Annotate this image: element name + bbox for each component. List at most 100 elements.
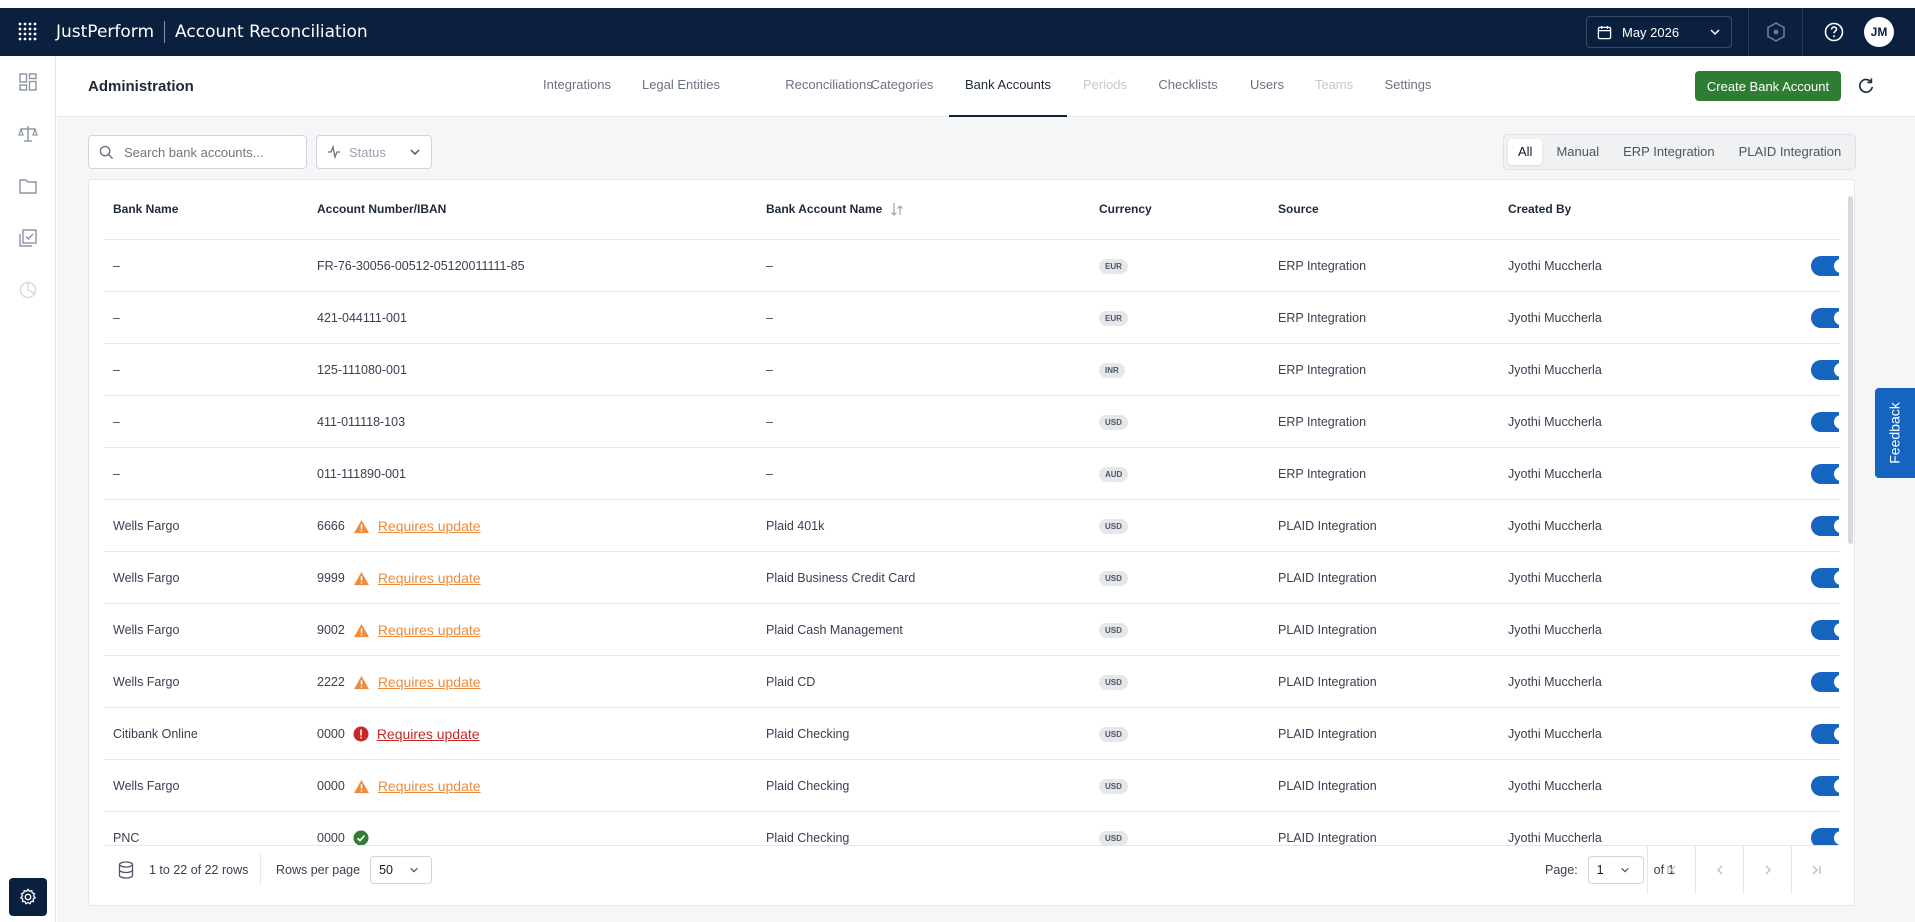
column-header-currency[interactable]: Currency <box>1099 202 1152 216</box>
requires-update-link[interactable]: Requires update <box>378 674 481 690</box>
tab-users[interactable]: Users <box>1234 56 1300 117</box>
requires-update-link[interactable]: Requires update <box>377 726 480 742</box>
active-toggle[interactable] <box>1811 776 1839 796</box>
table-header: Bank Name Account Number/IBAN Bank Accou… <box>105 180 1839 240</box>
rows-per-page-select[interactable]: 50 <box>370 856 433 884</box>
active-toggle[interactable] <box>1811 516 1839 536</box>
table-row[interactable]: Wells Fargo 9999 Requires update Plaid Busi… <box>105 552 1839 604</box>
column-header-account-number[interactable]: Account Number/IBAN <box>317 202 446 216</box>
active-toggle[interactable] <box>1811 620 1839 640</box>
previous-page-button[interactable] <box>1695 846 1743 894</box>
cell-created-by: Jyothi Muccherla <box>1508 448 1602 500</box>
cell-bank-name: – <box>113 448 120 500</box>
tab-bank-accounts[interactable]: Bank Accounts <box>949 56 1067 117</box>
table-row[interactable]: Wells Fargo 6666 Requires update Plaid 401k… <box>105 500 1839 552</box>
dashboard-icon[interactable] <box>16 70 40 94</box>
page-select[interactable]: 1 <box>1587 856 1644 884</box>
cell-source-text: ERP Integration <box>1278 467 1367 481</box>
sort-icon[interactable] <box>890 202 904 216</box>
active-toggle[interactable] <box>1811 568 1839 588</box>
cell-source: ERP Integration <box>1278 396 1366 448</box>
requires-update-link[interactable]: Requires update <box>378 518 481 534</box>
cell-account-number: 421-044111-001 <box>317 292 407 344</box>
cell-account-number: 9002 Requires update <box>317 604 481 656</box>
scale-icon[interactable] <box>16 122 40 146</box>
checklist-icon[interactable] <box>16 226 40 250</box>
refresh-icon[interactable] <box>1854 74 1878 98</box>
requires-update-link[interactable]: Requires update <box>378 570 481 586</box>
settings-gear-icon[interactable] <box>9 878 47 916</box>
cell-currency: AUD <box>1099 448 1129 500</box>
active-toggle[interactable] <box>1811 828 1839 845</box>
column-header-bank-account-name[interactable]: Bank Account Name <box>766 202 904 216</box>
next-page-button[interactable] <box>1743 846 1791 894</box>
last-page-button[interactable] <box>1791 846 1839 894</box>
folder-icon[interactable] <box>16 174 40 198</box>
table-row[interactable]: Wells Fargo 2222 Requires update Plaid CD US… <box>105 656 1839 708</box>
cell-currency: USD <box>1099 552 1128 604</box>
first-page-icon <box>1666 865 1675 875</box>
page-title: Administration <box>88 78 194 95</box>
cell-currency: USD <box>1099 760 1128 812</box>
tab-categories[interactable]: Categories <box>855 56 950 117</box>
create-bank-account-button[interactable]: Create Bank Account <box>1695 71 1841 101</box>
active-toggle[interactable] <box>1811 464 1839 484</box>
check-circle-icon <box>353 830 369 845</box>
table-row[interactable]: – 411-011118-103 – USD ERP Integration Jyothi… <box>105 396 1839 448</box>
search-box[interactable] <box>88 135 307 169</box>
table-row[interactable]: – 011-111890-001 – AUD ERP Integration Jyothi… <box>105 448 1839 500</box>
source-filter-manual[interactable]: Manual <box>1546 139 1609 165</box>
first-page-button[interactable] <box>1647 846 1695 894</box>
tab-integrations[interactable]: Integrations <box>527 56 627 117</box>
cell-bank-name-text: Wells Fargo <box>113 675 180 689</box>
table-row[interactable]: Wells Fargo 9002 Requires update Plaid Cash… <box>105 604 1839 656</box>
cell-source-text: PLAID Integration <box>1278 623 1377 637</box>
tab-checklists[interactable]: Checklists <box>1142 56 1233 117</box>
active-toggle[interactable] <box>1811 672 1839 692</box>
tab-settings[interactable]: Settings <box>1369 56 1448 117</box>
column-header-created-by[interactable]: Created By <box>1508 202 1571 216</box>
requires-update-link[interactable]: Requires update <box>378 778 481 794</box>
table-row[interactable]: Citibank Online 0000 Requires update Plaid … <box>105 708 1839 760</box>
hexagon-icon[interactable] <box>1764 20 1788 44</box>
rows-per-page: Rows per page 50 <box>276 846 433 894</box>
table-row[interactable]: – 421-044111-001 – EUR ERP Integration Jyothi… <box>105 292 1839 344</box>
table-scrollbar[interactable] <box>1848 196 1853 544</box>
active-toggle[interactable] <box>1811 308 1839 328</box>
help-icon[interactable] <box>1822 20 1846 44</box>
table-row[interactable]: – FR-76-30056-00512-05120011111-85 – EUR ERP… <box>105 240 1839 292</box>
active-toggle[interactable] <box>1811 724 1839 744</box>
user-avatar[interactable]: JM <box>1864 17 1894 47</box>
period-picker[interactable]: May 2026 <box>1586 16 1732 48</box>
cell-created-by: Jyothi Muccherla <box>1508 396 1602 448</box>
cell-created-by-text: Jyothi Muccherla <box>1508 675 1602 689</box>
table-row[interactable]: Wells Fargo 0000 Requires update Plaid Chec… <box>105 760 1839 812</box>
source-filter-plaid[interactable]: PLAID Integration <box>1729 139 1852 165</box>
column-header-source[interactable]: Source <box>1278 202 1319 216</box>
feedback-tab[interactable]: Feedback <box>1875 388 1915 478</box>
active-toggle[interactable] <box>1811 256 1839 276</box>
column-header-bank-name[interactable]: Bank Name <box>113 202 178 216</box>
active-toggle[interactable] <box>1811 360 1839 380</box>
cell-bank-account-name: – <box>766 344 773 396</box>
cell-bank-name-text: – <box>113 363 120 377</box>
cell-account-number-text: 9999 <box>317 571 345 585</box>
status-filter-dropdown[interactable]: Status <box>316 135 432 169</box>
cell-account-number: 9999 Requires update <box>317 552 481 604</box>
table-row[interactable]: PNC 0000 Plaid Checking USD PLAID Integratio… <box>105 812 1839 845</box>
app-launcher-icon[interactable] <box>0 8 56 56</box>
rows-per-page-label: Rows per page <box>276 863 361 877</box>
cell-bank-account-name-text: – <box>766 415 773 429</box>
cell-created-by: Jyothi Muccherla <box>1508 552 1602 604</box>
search-input[interactable] <box>124 144 284 160</box>
cell-created-by-text: Jyothi Muccherla <box>1508 311 1602 325</box>
cell-created-by-text: Jyothi Muccherla <box>1508 779 1602 793</box>
currency-badge: USD <box>1099 726 1128 742</box>
tab-legal-entities[interactable]: Legal Entities <box>626 56 736 117</box>
active-toggle[interactable] <box>1811 412 1839 432</box>
source-filter-all[interactable]: All <box>1508 139 1543 165</box>
table-row[interactable]: – 125-111080-001 – INR ERP Integration Jyothi… <box>105 344 1839 396</box>
currency-badge: USD <box>1099 414 1128 430</box>
source-filter-erp[interactable]: ERP Integration <box>1613 139 1725 165</box>
requires-update-link[interactable]: Requires update <box>378 622 481 638</box>
